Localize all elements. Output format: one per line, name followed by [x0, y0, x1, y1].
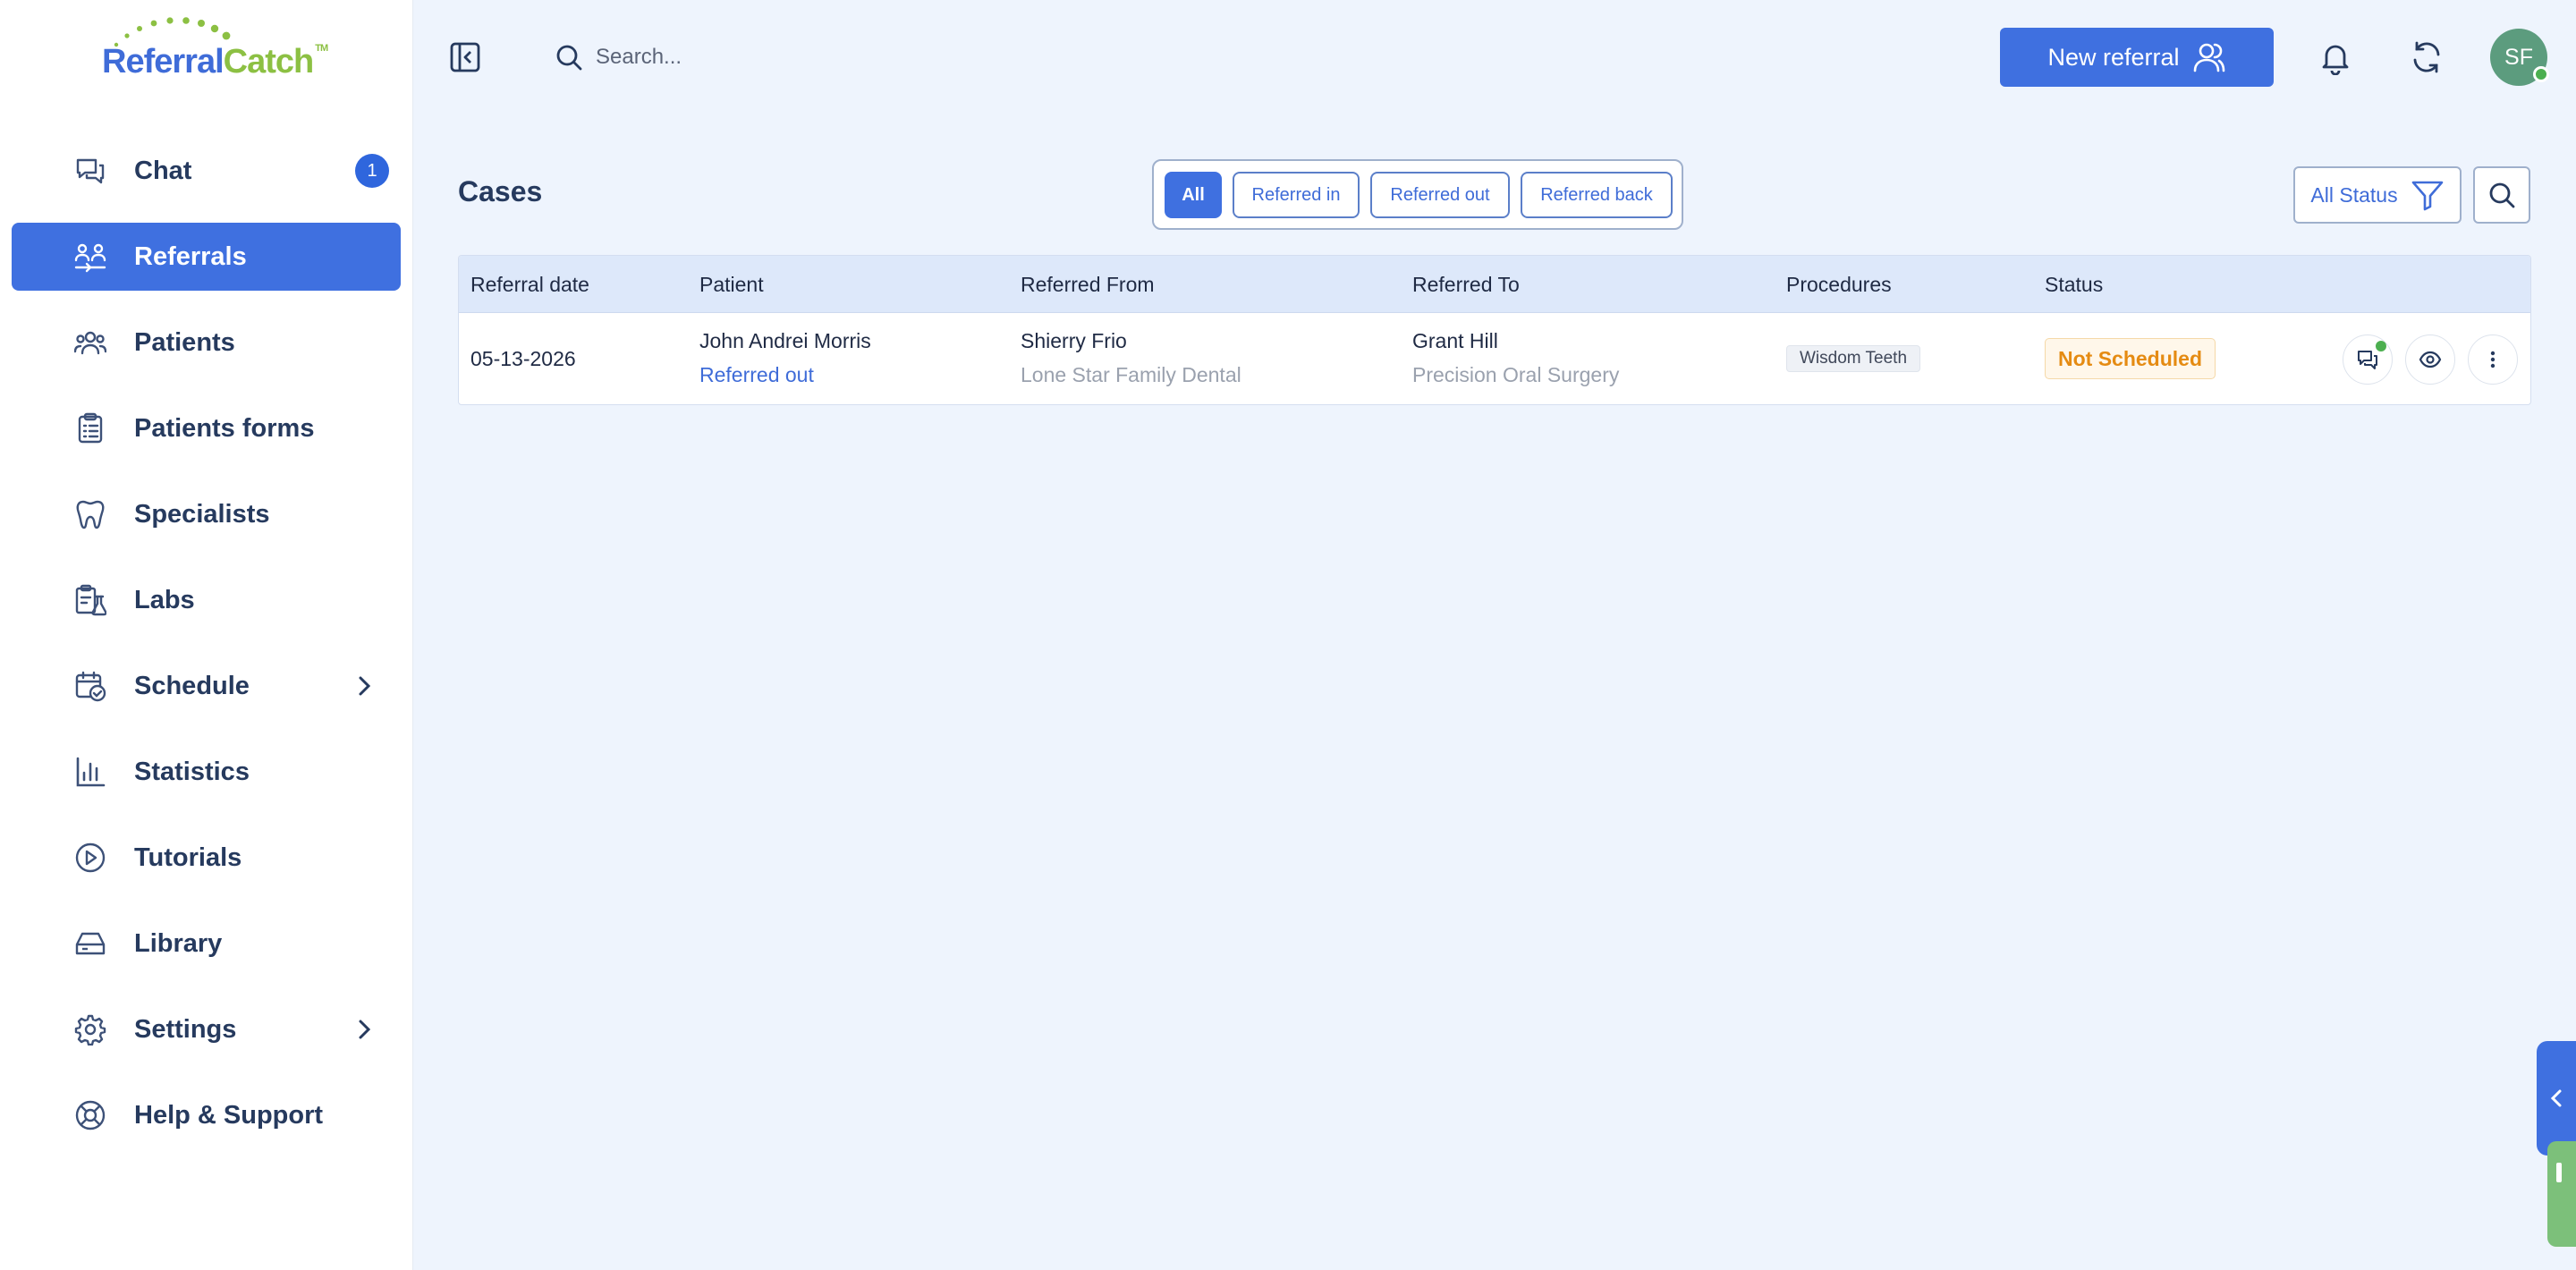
filter-referred-back-button[interactable]: Referred back [1521, 172, 1673, 218]
lifebuoy-icon [74, 1099, 106, 1131]
unread-dot [2376, 341, 2386, 351]
refresh-icon [2413, 41, 2440, 73]
column-header-patient[interactable]: Patient [699, 273, 764, 297]
new-referral-label: New referral [2047, 43, 2180, 71]
collapse-sidebar-button[interactable] [447, 39, 483, 75]
archive-icon [74, 927, 106, 960]
sidebar-item-settings[interactable]: Settings [12, 995, 401, 1063]
users-icon [2193, 43, 2224, 72]
calendar-check-icon [74, 670, 106, 702]
filter-referred-in-button[interactable]: Referred in [1233, 172, 1360, 218]
gear-icon [74, 1013, 106, 1046]
user-avatar[interactable]: SF [2490, 29, 2549, 86]
row-view-button[interactable] [2405, 334, 2455, 385]
page-title: Cases [458, 175, 543, 207]
sidebar-item-label: Settings [134, 1015, 237, 1044]
sidebar-item-label: Statistics [134, 758, 250, 786]
sidebar-item-schedule[interactable]: Schedule [12, 652, 401, 720]
chat-icon [2358, 351, 2377, 369]
sidebar-item-label: Library [134, 929, 223, 958]
labs-icon [74, 584, 107, 616]
sidebar-item-label: Tutorials [134, 843, 242, 872]
search-icon [2489, 182, 2515, 208]
brand-name-part2: Catch [223, 43, 315, 80]
sidebar-collapse-icon [450, 42, 480, 72]
chevron-right-icon [352, 1017, 376, 1042]
bell-icon [2322, 45, 2349, 76]
chevron-left-icon [2550, 1089, 2562, 1107]
status-filter-label: All Status [2310, 182, 2398, 207]
widget-handle-icon [2556, 1163, 2562, 1182]
search-icon [555, 43, 583, 72]
sidebar-item-label: Help & Support [134, 1101, 324, 1130]
status-badge: Not Scheduled [2045, 338, 2216, 379]
referred-to-name: Grant Hill [1412, 329, 1498, 352]
filter-referred-out-button[interactable]: Referred out [1370, 172, 1510, 218]
notifications-button[interactable] [2318, 39, 2353, 76]
status-filter-dropdown[interactable]: All Status [2293, 166, 2462, 224]
brand-name-part1: Referral [102, 43, 225, 80]
play-circle-icon [74, 842, 106, 874]
patients-icon [73, 326, 107, 359]
filter-icon [2411, 181, 2443, 211]
column-header-referral-date[interactable]: Referral date [470, 273, 589, 297]
online-status-dot [2533, 66, 2549, 82]
table-search-button[interactable] [2473, 166, 2530, 224]
row-chat-button[interactable] [2343, 334, 2393, 385]
help-widget-tab[interactable] [2547, 1141, 2576, 1247]
column-header-status[interactable]: Status [2045, 273, 2103, 297]
sidebar-item-label: Labs [134, 586, 195, 614]
search-input[interactable] [594, 39, 1041, 75]
patient-referral-type: Referred out [699, 363, 814, 386]
sidebar-item-labs[interactable]: Labs [12, 566, 401, 634]
refresh-button[interactable] [2409, 39, 2445, 75]
sidebar-item-label: Patients forms [134, 414, 315, 443]
sidebar-item-patients-forms[interactable]: Patients forms [12, 394, 401, 462]
sidebar-item-help-support[interactable]: Help & Support [12, 1081, 401, 1149]
more-vertical-icon [2490, 351, 2496, 368]
sidebar-item-statistics[interactable]: Statistics [12, 738, 401, 806]
eye-icon [2419, 351, 2442, 368]
column-header-referred-to[interactable]: Referred To [1412, 273, 1520, 297]
sidebar-item-specialists[interactable]: Specialists [12, 480, 401, 548]
row-more-button[interactable] [2468, 334, 2518, 385]
referred-from-practice: Lone Star Family Dental [1021, 363, 1241, 386]
column-header-procedures[interactable]: Procedures [1786, 273, 1892, 297]
sidebar-item-label: Specialists [134, 500, 270, 529]
side-panel-toggle[interactable] [2537, 1041, 2576, 1156]
chat-unread-badge: 1 [355, 154, 389, 188]
brand-wordmark: ReferralCatch TM [102, 43, 328, 81]
new-referral-button[interactable]: New referral [2000, 28, 2274, 87]
table-header: Referral date Patient Referred From Refe… [459, 256, 2530, 313]
table-row[interactable]: 05-13-2026 John Andrei Morris Referred o… [459, 313, 2530, 404]
chevron-right-icon [352, 673, 376, 698]
referral-date: 05-13-2026 [470, 347, 576, 370]
referred-from-name: Shierry Frio [1021, 329, 1127, 352]
filter-all-button[interactable]: All [1165, 172, 1222, 218]
case-type-filter: All Referred in Referred out Referred ba… [1152, 159, 1683, 230]
brand-logo[interactable]: ReferralCatch TM [100, 16, 328, 80]
chat-icon [74, 155, 106, 187]
sidebar: ReferralCatch TM Chat 1 Referrals Patient… [0, 0, 413, 1270]
sidebar-item-patients[interactable]: Patients [12, 309, 401, 377]
clipboard-icon [74, 412, 106, 444]
sidebar-item-referrals[interactable]: Referrals [12, 223, 401, 291]
sidebar-item-label: Schedule [134, 672, 250, 700]
sidebar-item-tutorials[interactable]: Tutorials [12, 824, 401, 892]
sidebar-item-label: Patients [134, 328, 235, 357]
bar-chart-icon [74, 756, 106, 788]
patient-name[interactable]: John Andrei Morris [699, 329, 871, 353]
tooth-icon [74, 498, 106, 530]
column-header-referred-from[interactable]: Referred From [1021, 273, 1155, 297]
sidebar-item-chat[interactable]: Chat 1 [12, 137, 401, 205]
sidebar-item-library[interactable]: Library [12, 910, 401, 978]
sidebar-item-label: Chat [134, 157, 192, 185]
procedure-tag: Wisdom Teeth [1786, 345, 1921, 372]
sidebar-item-label: Referrals [134, 242, 247, 271]
brand-tm: TM [315, 43, 328, 54]
cases-table: Referral date Patient Referred From Refe… [458, 255, 2531, 405]
referrals-icon [74, 241, 106, 273]
avatar-initials: SF [2504, 44, 2533, 70]
referred-to-practice: Precision Oral Surgery [1412, 363, 1620, 386]
